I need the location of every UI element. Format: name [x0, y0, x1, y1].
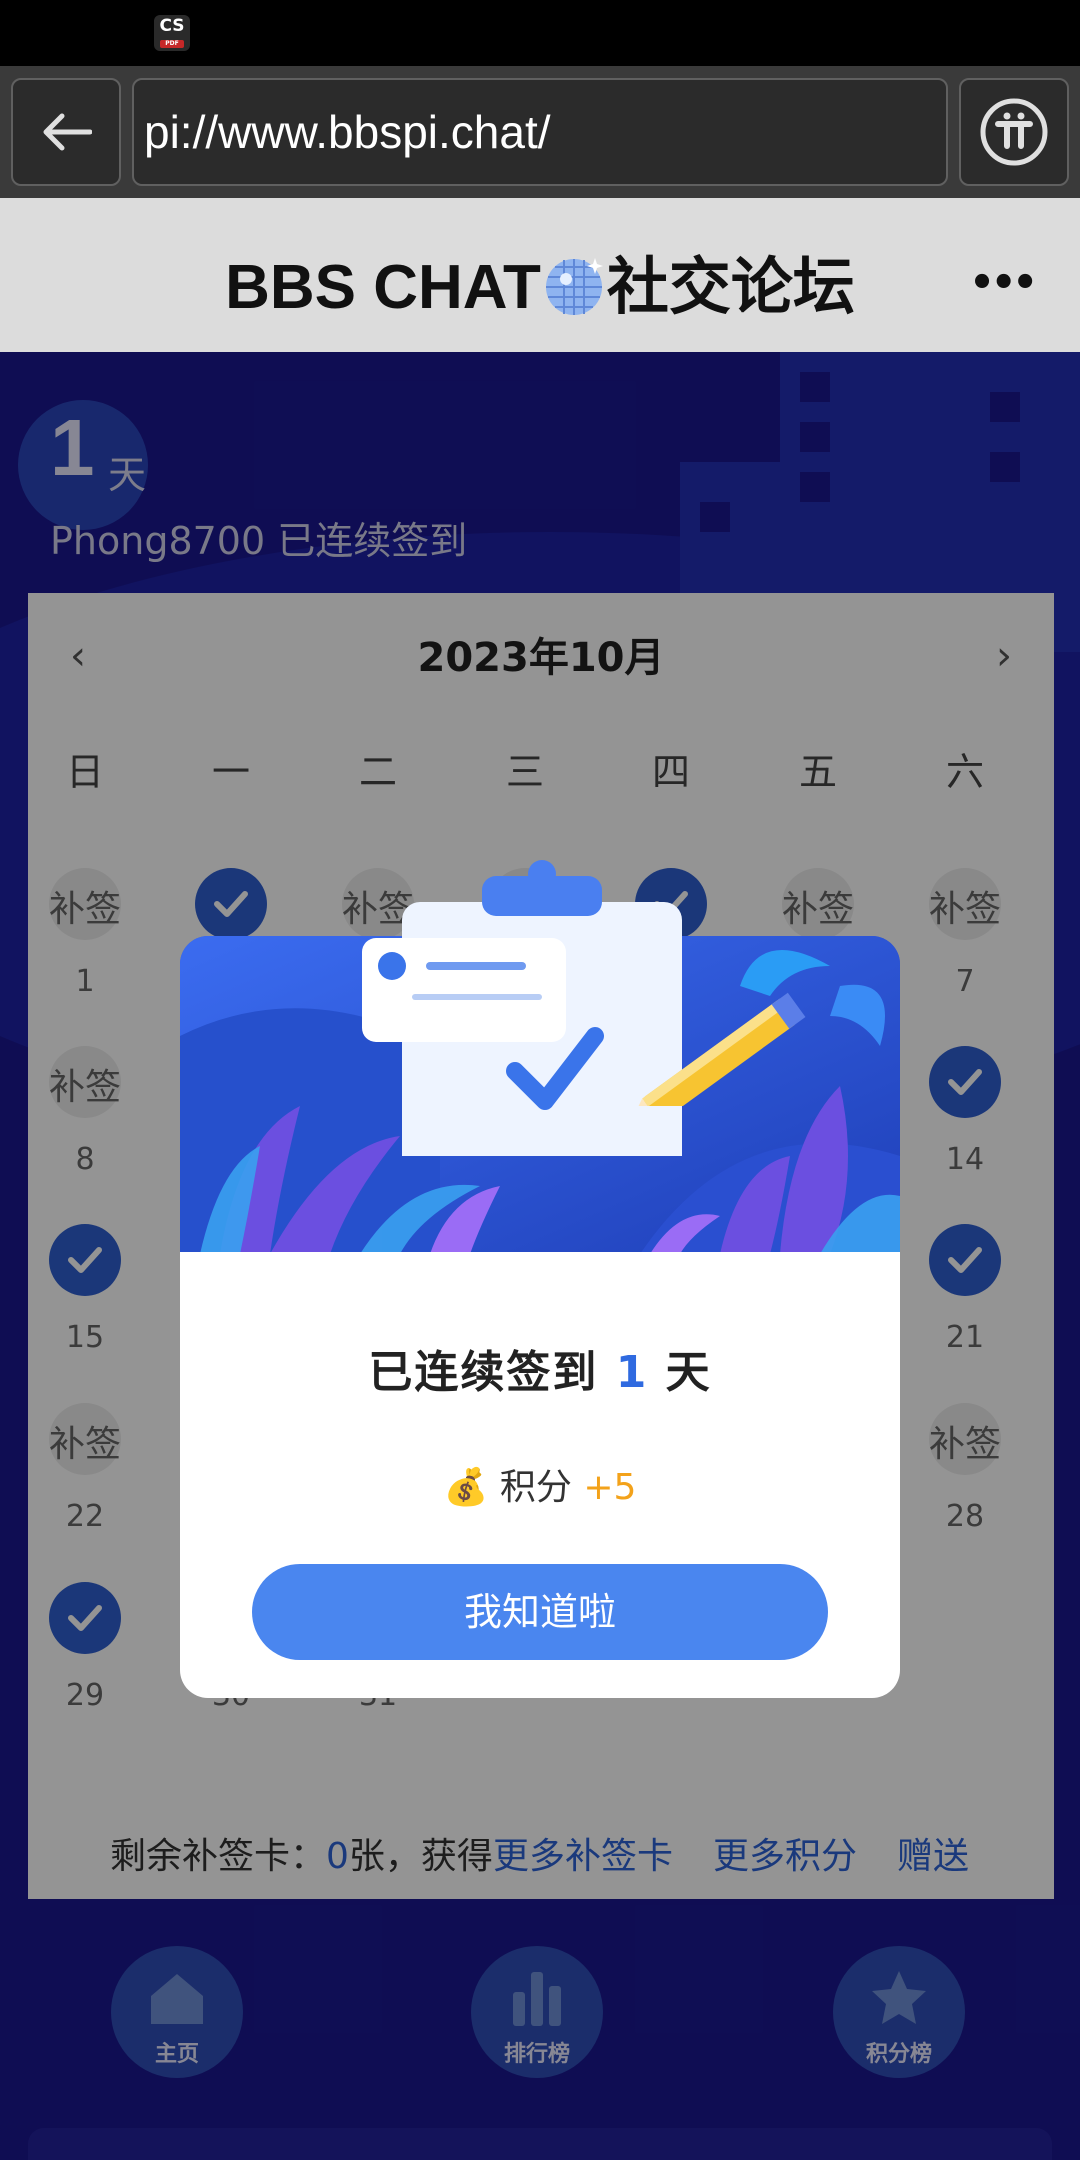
back-button[interactable]	[11, 78, 121, 186]
modal-title-suffix: 天	[665, 1347, 712, 1398]
site-title: BBS CHAT 社交论坛	[0, 236, 1080, 326]
arrow-left-icon	[43, 113, 92, 151]
site-header: BBS CHAT 社交论坛 •••	[0, 198, 1080, 352]
got-it-button[interactable]: 我知道啦	[252, 1564, 828, 1660]
modal-title-prefix: 已连续签到	[368, 1347, 599, 1398]
more-options-icon[interactable]: •••	[969, 260, 1038, 306]
note-card-icon	[362, 938, 566, 1042]
cs-pdf-app-icon: CS PDF	[154, 15, 190, 51]
points-label: 积分	[499, 1467, 572, 1508]
pencil-icon	[628, 950, 885, 1106]
points-value: +5	[583, 1467, 637, 1508]
money-bag-icon: 💰	[443, 1467, 489, 1508]
pi-browser-button[interactable]	[959, 78, 1069, 186]
site-title-text: BBS CHAT	[225, 253, 541, 322]
app-icon-text: CS	[159, 16, 185, 36]
disco-ball-icon	[545, 258, 603, 315]
checkin-success-modal: 已连续签到 1 天 💰 积分 +5 我知道啦	[180, 860, 900, 1698]
modal-title: 已连续签到 1 天	[180, 1336, 900, 1400]
app-icon-sub: PDF	[160, 40, 184, 48]
modal-streak-days: 1	[615, 1347, 649, 1398]
status-bar: CS PDF	[0, 0, 1080, 66]
points-reward: 💰 积分 +5	[180, 1458, 900, 1510]
site-title-cn: 社交论坛	[606, 253, 855, 322]
url-input[interactable]: pi://www.bbspi.chat/	[132, 78, 948, 186]
modal-content: 已连续签到 1 天 💰 积分 +5 我知道啦	[180, 1252, 900, 1698]
browser-toolbar: pi://www.bbspi.chat/	[0, 66, 1080, 198]
pi-icon	[980, 98, 1048, 166]
